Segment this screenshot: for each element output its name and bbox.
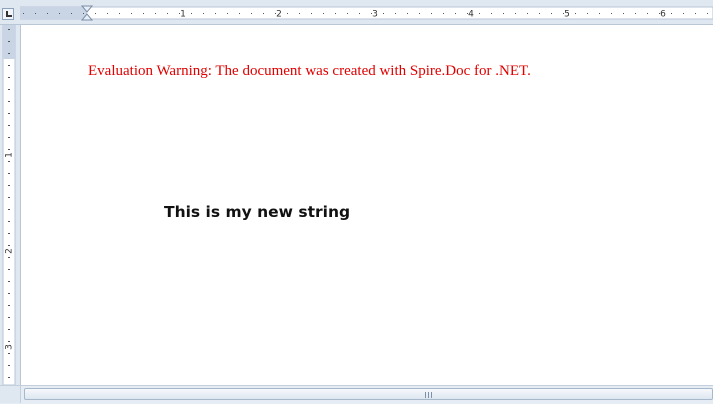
vertical-ruler-bar: 1 2 3: [0, 25, 21, 385]
scrollbar-thumb[interactable]: [24, 388, 713, 400]
horizontal-ruler-bar: 1 2 3 4 5 6: [0, 0, 713, 25]
ruler-label: 2: [5, 248, 15, 254]
ruler-label: 1: [5, 152, 15, 158]
document-page[interactable]: Evaluation Warning: The document was cre…: [21, 25, 713, 385]
ruler-label: 1: [180, 10, 186, 20]
horizontal-scrollbar[interactable]: [0, 385, 713, 404]
horizontal-ruler[interactable]: 1 2 3 4 5 6: [20, 5, 713, 21]
ruler-label: 4: [468, 10, 474, 20]
scrollbar-corner: [0, 386, 21, 403]
document-body-text[interactable]: This is my new string: [164, 203, 350, 221]
ruler-label: 3: [372, 10, 378, 20]
scroll-grip-icon: [425, 392, 433, 398]
evaluation-warning-text: Evaluation Warning: The document was cre…: [88, 63, 531, 79]
ruler-label: 5: [564, 10, 570, 20]
ruler-label: 6: [660, 10, 666, 20]
tab-stop-selector-icon[interactable]: [2, 8, 14, 20]
ruler-label: 3: [5, 344, 15, 350]
ruler-label: 2: [276, 10, 282, 20]
vertical-ruler[interactable]: 1 2 3: [0, 25, 20, 385]
